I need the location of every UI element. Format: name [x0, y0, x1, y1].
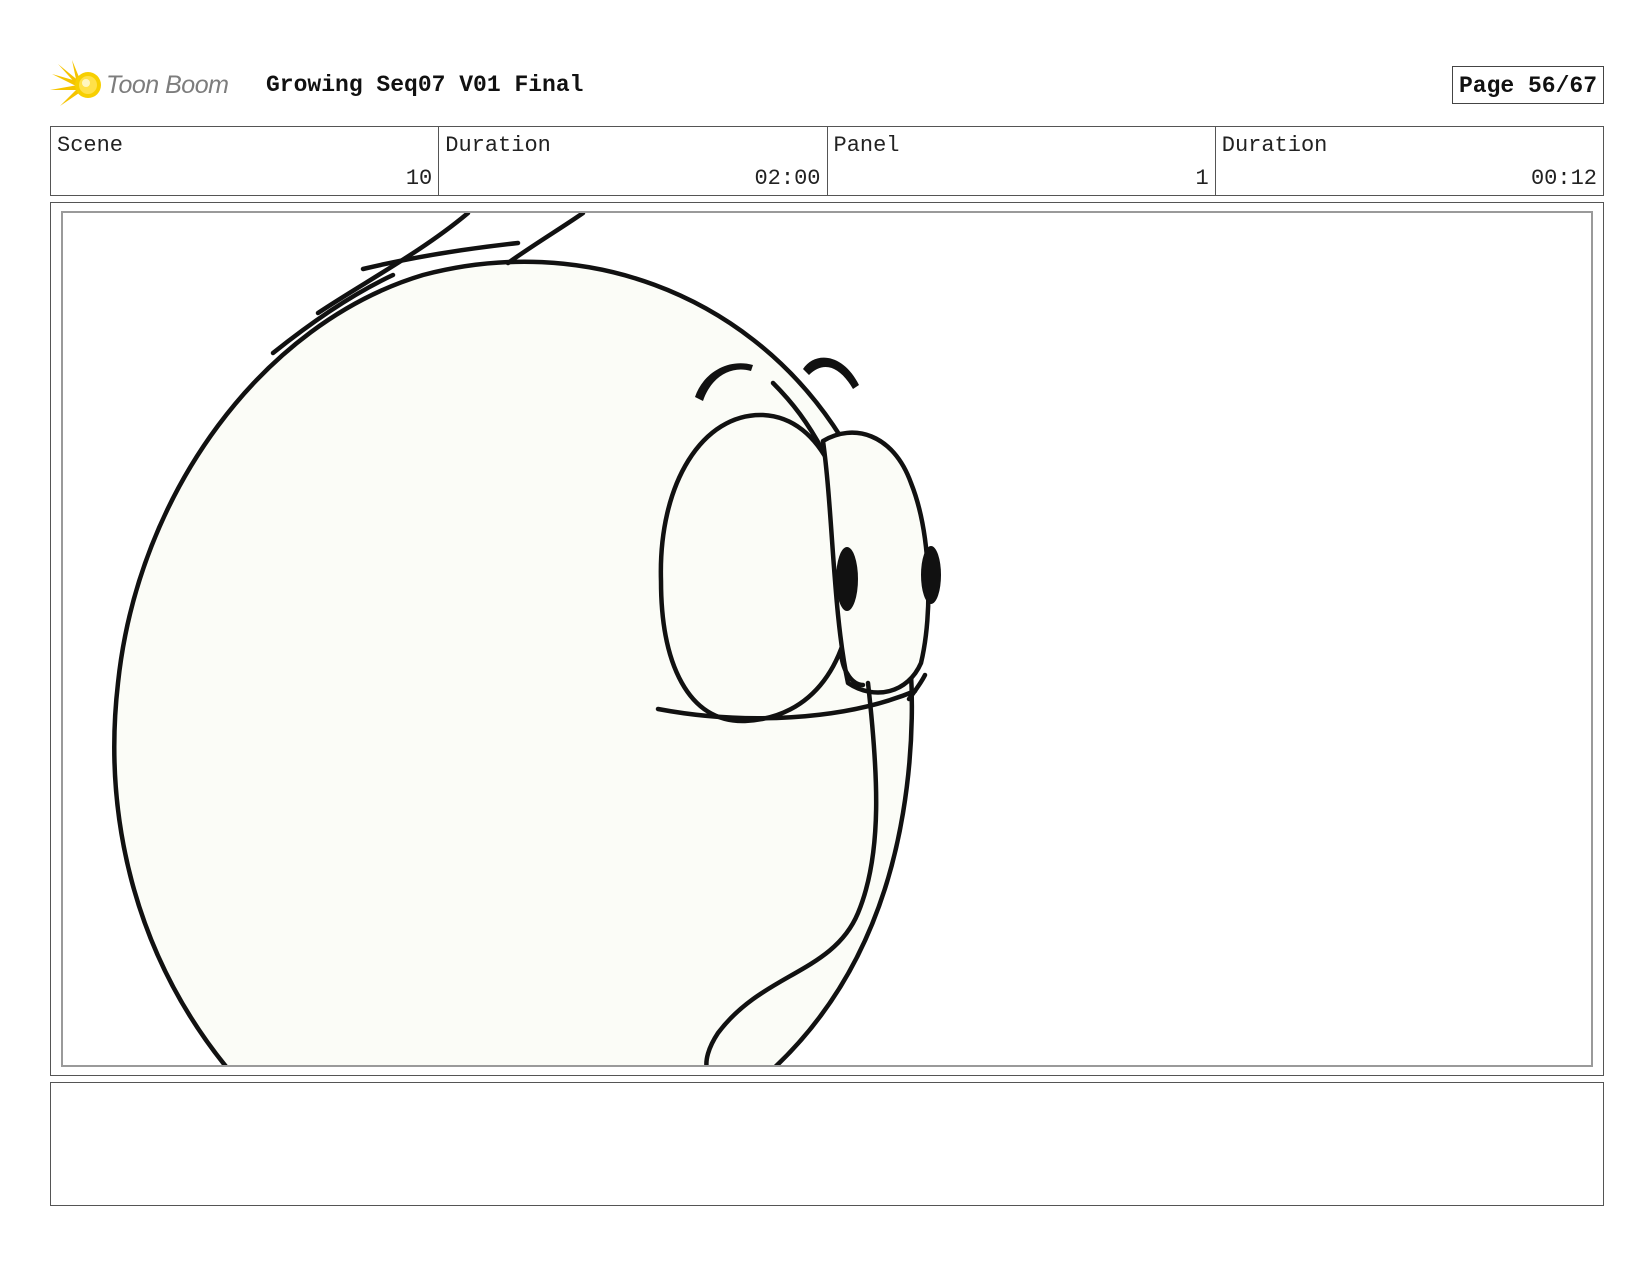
logo-text: Toon Boom: [106, 70, 229, 99]
document-title: Growing Seq07 V01 Final: [266, 72, 584, 98]
left-pupil: [836, 547, 858, 611]
page-number: Page 56/67: [1451, 66, 1604, 104]
scene-duration-label: Duration: [445, 133, 551, 158]
panel-cell: Panel 1: [826, 127, 1215, 195]
scene-label: Scene: [57, 133, 124, 158]
panel-duration-value: 00:12: [1530, 166, 1597, 191]
toon-boom-flare-icon: [50, 60, 101, 106]
storyboard-panel-image: [61, 211, 1593, 1067]
scene-value: 10: [405, 166, 433, 191]
scene-duration-cell: Duration 02:00: [438, 127, 826, 195]
page-header: Toon Boom Growing Seq07 V01 Final Page 5…: [50, 58, 1604, 112]
right-eyebrow-icon: [803, 357, 859, 389]
character-sketch: [112, 213, 941, 1065]
panel-duration-label: Duration: [1221, 133, 1328, 158]
scene-duration-value: 02:00: [754, 166, 821, 191]
panel-duration-cell: Duration 00:12: [1214, 127, 1603, 195]
toon-boom-logo: Toon Boom: [50, 60, 229, 110]
panel-notes: [50, 1082, 1604, 1206]
storyboard-panel-frame: [50, 202, 1604, 1076]
panel-value: 1: [1195, 166, 1209, 191]
scene-info-row: Scene 10 Duration 02:00 Panel 1 Duration…: [50, 126, 1604, 196]
scene-cell: Scene 10: [51, 127, 438, 195]
panel-label: Panel: [833, 133, 900, 158]
hair-strand-right: [505, 213, 586, 266]
right-pupil: [921, 546, 941, 604]
